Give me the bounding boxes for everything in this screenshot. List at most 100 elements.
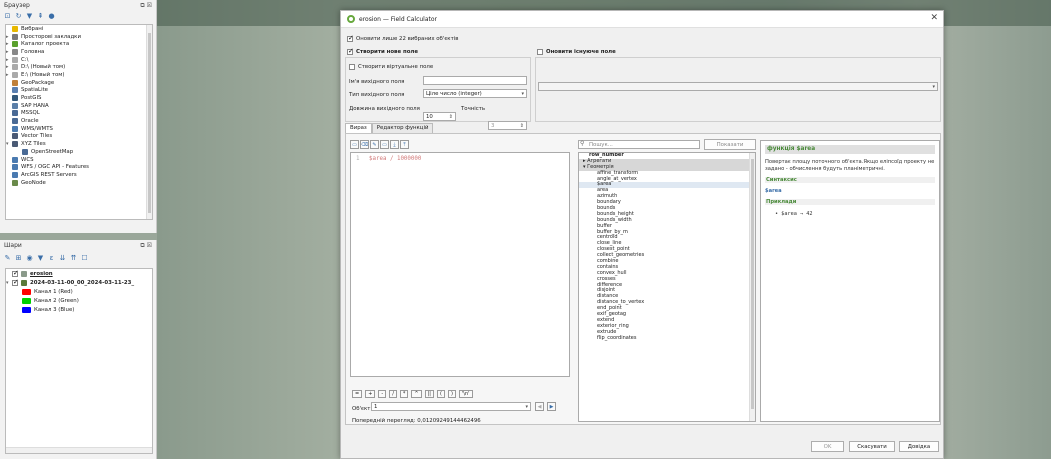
- function-item[interactable]: flip_coordinates: [579, 335, 755, 342]
- layer-item-label: Канал 3 (Blue): [34, 306, 75, 313]
- edit-icon[interactable]: ✎: [370, 140, 379, 149]
- browser-item[interactable]: ▸ D:\ (Новый том): [6, 63, 152, 71]
- browser-item[interactable]: ▸ Просторові закладки: [6, 33, 152, 41]
- tab-expression[interactable]: Вираз: [345, 123, 372, 133]
- delete-icon[interactable]: ▭: [380, 140, 389, 149]
- operator-button[interactable]: -: [378, 390, 387, 398]
- operator-button[interactable]: ^: [411, 390, 422, 398]
- layers-hscrollbar[interactable]: [6, 447, 152, 453]
- operator-button[interactable]: ): [447, 390, 456, 398]
- browser-item[interactable]: WCS: [6, 156, 152, 164]
- next-feature-icon[interactable]: ▶: [547, 402, 556, 411]
- browser-item[interactable]: ▾ XYZ Tiles: [6, 140, 152, 148]
- previous-feature-icon[interactable]: ◀: [535, 402, 544, 411]
- create-new-field-checkbox[interactable]: Створити нове поле: [347, 47, 418, 55]
- update-existing-checkbox[interactable]: Оновити існуюче поле: [537, 48, 616, 55]
- geopackage-icon: [12, 79, 18, 86]
- help-button[interactable]: Довідка: [899, 441, 939, 452]
- browser-item[interactable]: SAP HANA: [6, 102, 152, 110]
- existing-field-select[interactable]: ▾: [538, 82, 938, 91]
- browser-item[interactable]: ▸ E:\ (Новый том): [6, 71, 152, 79]
- browser-item-label: MSSQL: [21, 110, 40, 117]
- operator-button[interactable]: '\n': [458, 390, 473, 398]
- operator-button[interactable]: =: [352, 390, 363, 398]
- browser-item[interactable]: Вибрані: [6, 25, 152, 33]
- function-list[interactable]: row_number ▸ Агрегати ▾ Геометрія affine_tr…: [578, 152, 756, 422]
- virtual-field-checkbox[interactable]: Створити віртуальне поле: [349, 63, 433, 70]
- close-icon[interactable]: ✕: [930, 13, 938, 23]
- browser-item[interactable]: PostGIS: [6, 94, 152, 102]
- browser-item[interactable]: GeoPackage: [6, 79, 152, 87]
- layer-item[interactable]: Канал 1 (Red): [6, 287, 152, 296]
- filter-expression-icon[interactable]: ε: [48, 254, 55, 262]
- layer-item[interactable]: Канал 2 (Green): [6, 296, 152, 305]
- import-icon[interactable]: ⤒: [400, 140, 409, 149]
- layer-item[interactable]: ▾2024-03-11-00_00_2024-03-11-23_: [6, 278, 152, 287]
- save-icon[interactable]: ⤓: [390, 140, 399, 149]
- remove-layer-icon[interactable]: ☐: [81, 254, 88, 262]
- expr-line-number: 1: [356, 156, 360, 162]
- browser-item[interactable]: ▸ C:\: [6, 56, 152, 64]
- layer-item[interactable]: erosion: [6, 269, 152, 278]
- preview-value: 0,01209249144462496: [417, 418, 481, 424]
- add-group-icon[interactable]: ⊞: [15, 254, 22, 262]
- operator-button[interactable]: *: [399, 390, 409, 398]
- refresh-icon[interactable]: ↻: [15, 12, 22, 20]
- browser-item[interactable]: ▸ Головна: [6, 48, 152, 56]
- layer-visibility-checkbox[interactable]: [12, 278, 19, 286]
- feature-select[interactable]: 1 ▾: [371, 402, 531, 411]
- visibility-icon[interactable]: ◉: [26, 254, 33, 262]
- layer-item[interactable]: Канал 3 (Blue): [6, 305, 152, 314]
- expression-tab-page: ▭ ⌫ ✎ ▭ ⤓ ⤒ 1 $area / 1000000 = + - / * ^ ||()…: [345, 133, 941, 425]
- precision-spinbox[interactable]: 3 ⇕: [488, 121, 527, 130]
- layers-panel-controls-icon[interactable]: ⧉ ☒: [140, 242, 152, 250]
- tab-function-editor[interactable]: Редактор функцій: [371, 123, 434, 133]
- ok-button[interactable]: OK: [811, 441, 844, 452]
- layer-visibility-checkbox[interactable]: [12, 269, 19, 277]
- operator-buttons: = + - / * ^ ||() '\n': [352, 390, 476, 398]
- expr-field: $area: [369, 156, 387, 162]
- show-help-button[interactable]: Показати довідку: [704, 139, 756, 158]
- browser-item[interactable]: GeoNode: [6, 179, 152, 187]
- browser-item-label: WFS / OGC API - Features: [21, 164, 89, 171]
- new-file-icon[interactable]: ▭: [350, 140, 359, 149]
- properties-icon[interactable]: ●: [48, 12, 55, 20]
- layers-tree[interactable]: erosion▾2024-03-11-00_00_2024-03-11-23_К…: [5, 268, 153, 454]
- operator-button[interactable]: +: [365, 390, 376, 398]
- browser-item[interactable]: SpatiaLite: [6, 87, 152, 95]
- browser-item[interactable]: Vector Tiles: [6, 133, 152, 141]
- browser-scrollbar[interactable]: [146, 25, 152, 219]
- browser-item-label: E:\ (Новый том): [21, 71, 65, 78]
- function-search-input[interactable]: Пошук...: [578, 140, 700, 149]
- expand-all-icon[interactable]: ⇊: [59, 254, 66, 262]
- browser-item[interactable]: ArcGIS REST Servers: [6, 171, 152, 179]
- browser-item[interactable]: Oracle: [6, 117, 152, 125]
- output-name-input[interactable]: [423, 76, 527, 85]
- browser-item[interactable]: MSSQL: [6, 110, 152, 118]
- length-spinbox[interactable]: 10 ⇕: [423, 112, 456, 121]
- filter-icon[interactable]: ▼: [26, 12, 33, 20]
- collapse-all-layers-icon[interactable]: ⇈: [70, 254, 77, 262]
- browser-item[interactable]: ▸ Каталог проекта: [6, 40, 152, 48]
- panel-controls-icon[interactable]: ⧉ ☒: [140, 2, 152, 10]
- postgis-icon: [12, 95, 18, 102]
- add-layer-icon[interactable]: ⊡: [4, 12, 11, 20]
- expression-editor[interactable]: 1 $area / 1000000: [350, 152, 570, 377]
- update-selected-checkbox[interactable]: Оновити лише 22 вибраних об'єктів: [347, 34, 458, 42]
- operator-button[interactable]: /: [389, 390, 397, 398]
- style-icon[interactable]: ✎: [4, 254, 11, 262]
- output-type-select[interactable]: Ціле число (integer) ▾: [423, 89, 527, 98]
- help-example: • $area → 42: [775, 211, 813, 217]
- operator-button[interactable]: ||: [424, 390, 434, 398]
- field-calculator-dialog: erosion — Field Calculator ✕ Оновити лиш…: [340, 10, 944, 459]
- browser-item[interactable]: WFS / OGC API - Features: [6, 163, 152, 171]
- cancel-button[interactable]: Скасувати: [849, 441, 895, 452]
- browser-item[interactable]: WMS/WMTS: [6, 125, 152, 133]
- collapse-all-icon[interactable]: ⇞: [37, 12, 44, 20]
- operator-button[interactable]: (: [436, 390, 445, 398]
- clear-icon[interactable]: ⌫: [360, 140, 369, 149]
- filter-legend-icon[interactable]: ▼: [37, 254, 44, 262]
- browser-tree[interactable]: Вибрані ▸ Просторові закладки ▸ Каталог прое…: [5, 24, 153, 220]
- function-list-scrollbar[interactable]: [749, 153, 755, 421]
- browser-item[interactable]: OpenStreetMap: [6, 148, 152, 156]
